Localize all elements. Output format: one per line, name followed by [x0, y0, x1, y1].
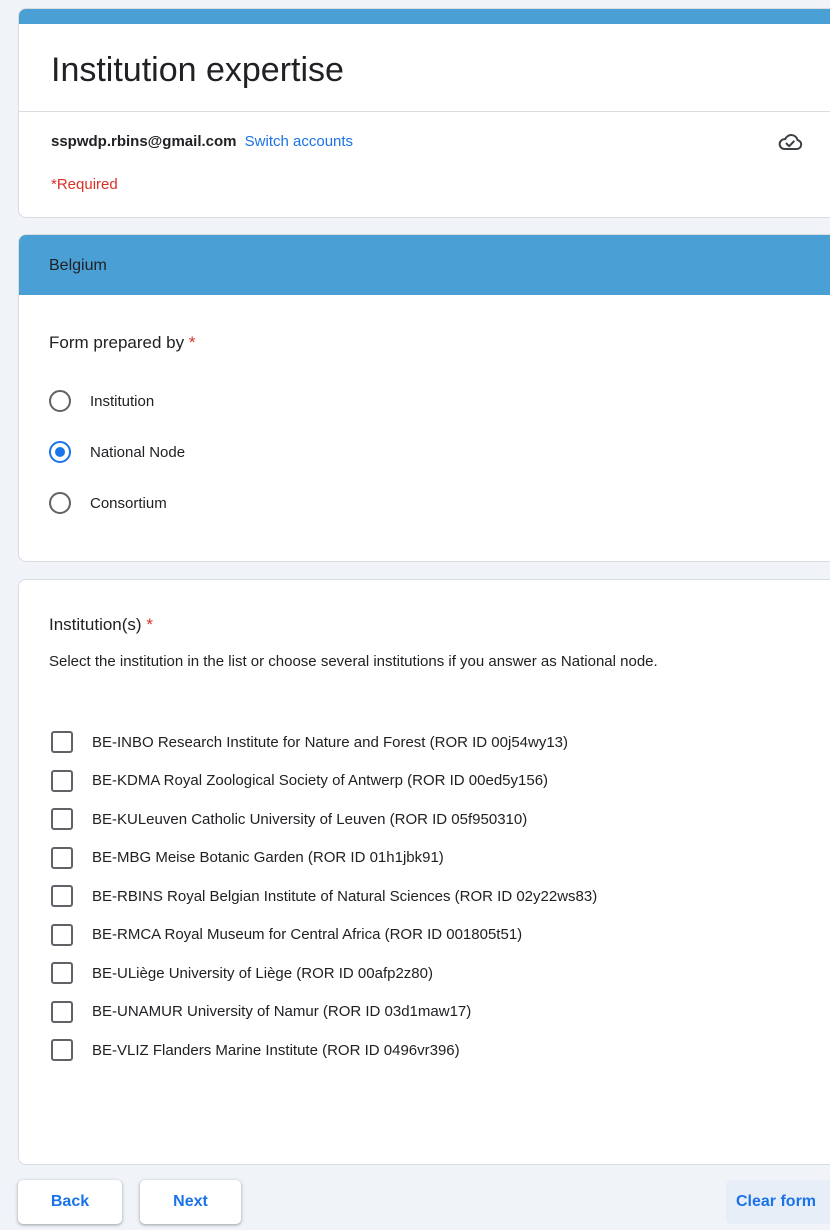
radio-option-label: National Node: [90, 443, 186, 461]
checkbox-option[interactable]: BE-VLIZ Flanders Marine Institute (ROR I…: [51, 1038, 460, 1062]
radio-button[interactable]: [49, 492, 71, 514]
radio-option[interactable]: Institution: [49, 388, 154, 414]
radio-option[interactable]: Consortium: [49, 490, 167, 516]
required-note: *Required: [51, 176, 118, 193]
account-row: sspwdp.rbins@gmail.com Switch accounts: [51, 133, 353, 150]
question-text: Form prepared by: [49, 333, 185, 352]
header-divider: [19, 111, 830, 112]
radio-option-label: Consortium: [90, 494, 167, 512]
checkbox-option-label: BE-ULiège University of Liège (ROR ID 00…: [92, 964, 433, 982]
checkbox-option[interactable]: BE-KDMA Royal Zoological Society of Antw…: [51, 769, 548, 793]
section-title: Belgium: [49, 257, 107, 274]
radio-button[interactable]: [49, 441, 71, 463]
next-button[interactable]: Next: [140, 1180, 241, 1224]
checkbox-option[interactable]: BE-RBINS Royal Belgian Institute of Natu…: [51, 884, 597, 908]
checkbox-option-label: BE-RBINS Royal Belgian Institute of Natu…: [92, 887, 598, 905]
checkbox-option[interactable]: BE-UNAMUR University of Namur (ROR ID 03…: [51, 1000, 471, 1024]
required-asterisk: *: [146, 615, 153, 634]
switch-accounts-link[interactable]: Switch accounts: [245, 133, 353, 150]
radio-option-label: Institution: [90, 392, 155, 410]
section-header: Belgium: [19, 235, 830, 295]
checkbox-option[interactable]: BE-RMCA Royal Museum for Central Africa …: [51, 923, 522, 947]
checkbox-option[interactable]: BE-ULiège University of Liège (ROR ID 00…: [51, 961, 433, 985]
checkbox[interactable]: [51, 846, 73, 869]
checkbox-option-label: BE-INBO Research Institute for Nature an…: [92, 733, 569, 751]
form-header-card: Institution expertise sspwdp.rbins@gmail…: [18, 8, 830, 218]
checkbox-option[interactable]: BE-KULeuven Catholic University of Leuve…: [51, 807, 527, 831]
checkbox-option-label: BE-KULeuven Catholic University of Leuve…: [92, 810, 528, 828]
checkbox[interactable]: [51, 769, 73, 792]
radio-button[interactable]: [49, 390, 71, 412]
back-button[interactable]: Back: [18, 1180, 122, 1224]
header-accent-bar: [19, 9, 830, 24]
checkbox[interactable]: [51, 885, 73, 907]
checkbox[interactable]: [51, 962, 73, 984]
question-title-institutions: Institution(s) *: [49, 615, 153, 635]
checkbox[interactable]: [51, 1000, 73, 1023]
checkbox-option[interactable]: BE-MBG Meise Botanic Garden (ROR ID 01h1…: [51, 846, 444, 870]
checkbox[interactable]: [51, 731, 73, 753]
form-title: Institution expertise: [51, 51, 344, 89]
checkbox-option-label: BE-RMCA Royal Museum for Central Africa …: [92, 926, 523, 943]
checkbox[interactable]: [51, 1039, 73, 1061]
checkbox-option-label: BE-KDMA Royal Zoological Society of Antw…: [92, 772, 549, 789]
checkbox-option-label: BE-MBG Meise Botanic Garden (ROR ID 01h1…: [92, 849, 444, 866]
cloud-check-icon[interactable]: [777, 131, 803, 153]
checkbox-option-label: BE-UNAMUR University of Namur (ROR ID 03…: [92, 1003, 472, 1020]
section-card: Belgium Form prepared by * Institution Na…: [18, 234, 830, 562]
institutions-card: Institution(s) * Select the institution …: [18, 579, 830, 1165]
question-title-prepared-by: Form prepared by *: [49, 333, 195, 353]
checkbox-option[interactable]: BE-INBO Research Institute for Nature an…: [51, 730, 568, 754]
checkbox-option-label: BE-VLIZ Flanders Marine Institute (ROR I…: [92, 1041, 460, 1059]
question-text: Institution(s): [49, 615, 142, 634]
radio-option[interactable]: National Node: [49, 439, 185, 465]
clear-form-button[interactable]: Clear form: [726, 1180, 830, 1224]
required-asterisk: *: [188, 333, 196, 352]
checkbox[interactable]: [51, 808, 73, 830]
question-description: Select the institution in the list or ch…: [49, 653, 658, 670]
account-email: sspwdp.rbins@gmail.com: [51, 133, 237, 150]
checkbox[interactable]: [51, 923, 73, 946]
